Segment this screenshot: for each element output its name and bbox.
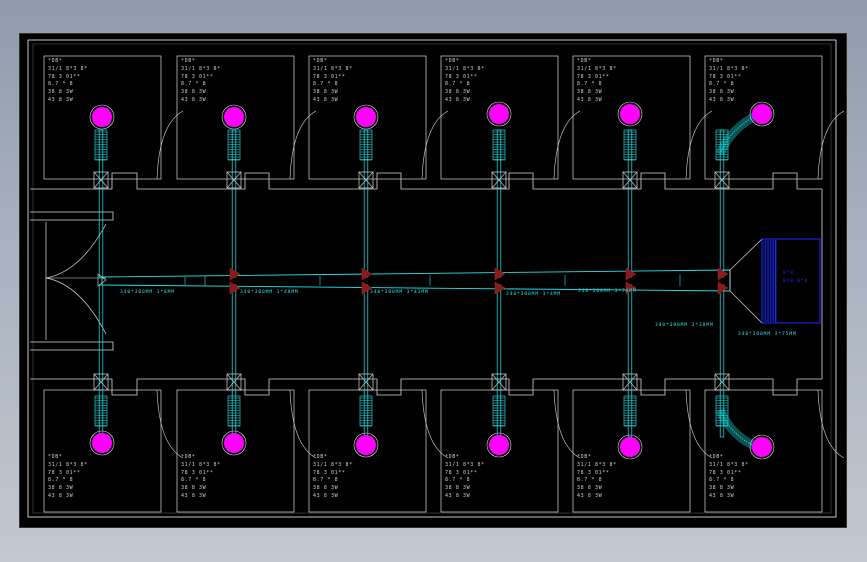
duct-size-label-5: 340*300MM 3*70MM xyxy=(578,289,637,294)
drawing-border xyxy=(27,39,837,518)
branch-tee-top-1 xyxy=(229,267,241,281)
branch-duct-bottom-5 xyxy=(627,284,633,438)
supply-diffuser-9 xyxy=(356,435,376,455)
branch-duct-bottom-4 xyxy=(496,284,502,438)
room-spec-label-3: *DB* 31/1 8*3 8* 78 3 01** 8.7 * 8 38 8 … xyxy=(313,58,353,103)
duct-size-label-3: 340*300MM 3*43MM xyxy=(370,290,429,295)
branch-duct-bottom-1 xyxy=(98,284,104,438)
duct-size-label-7: 340*300MM 3*75MM xyxy=(738,332,797,337)
air-handling-unit-label: 8*8 878 8*8 xyxy=(783,271,808,284)
branch-duct-bottom-3 xyxy=(363,284,369,438)
entrance-door-swing-bottom xyxy=(45,277,107,335)
room-spec-label-11: *DB* 31/1 8*3 8* 78 3 01** 8.7 * 8 38 8 … xyxy=(577,454,617,499)
room-spec-label-8: *DB* 31/1 8*3 8* 78 3 01** 8.7 * 8 38 8 … xyxy=(181,454,221,499)
room-spec-label-5: *DB* 31/1 8*3 8* 78 3 01** 8.7 * 8 38 8 … xyxy=(577,58,617,103)
supply-diffuser-2 xyxy=(224,107,244,127)
supply-diffuser-6 xyxy=(752,104,772,124)
branch-tee-bottom-5 xyxy=(717,281,729,295)
branch-tee-top-2 xyxy=(361,267,373,281)
supply-diffuser-7 xyxy=(92,433,112,453)
supply-diffuser-1 xyxy=(92,107,112,127)
branch-tee-bottom-3 xyxy=(494,281,506,295)
room-spec-label-12: *DB* 31/1 8*3 8* 78 3 01** 8.7 * 8 38 8 … xyxy=(709,454,749,499)
room-spec-label-1: *DB* 31/1 8*3 8* 78 3 01** 8.7 * 8 38 8 … xyxy=(48,58,88,103)
branch-tee-bottom-1 xyxy=(229,281,241,295)
room-spec-label-9: *DB* 31/1 8*3 8* 78 3 01** 8.7 * 8 38 8 … xyxy=(313,454,353,499)
room-spec-label-4: *DB* 31/1 8*3 8* 78 3 01** 8.7 * 8 38 8 … xyxy=(445,58,485,103)
cad-drawing-viewport[interactable]: *DB* 31/1 8*3 8* 78 3 01** 8.7 * 8 38 8 … xyxy=(20,34,846,527)
room-spec-label-10: *DB* 31/1 8*3 8* 78 3 01** 8.7 * 8 38 8 … xyxy=(445,454,485,499)
branch-duct-bottom-2 xyxy=(231,284,237,438)
entrance-door-swing-top xyxy=(45,223,107,279)
supply-diffuser-12 xyxy=(752,437,772,457)
room-spec-label-7: *DB* 31/1 8*3 8* 78 3 01** 8.7 * 8 38 8 … xyxy=(48,454,88,499)
entrance-frame-bottom xyxy=(30,341,114,351)
supply-diffuser-8 xyxy=(224,433,244,453)
branch-tee-top-4 xyxy=(625,267,637,281)
supply-diffuser-3 xyxy=(356,107,376,127)
duct-size-label-4: 340*300MM 3*4MM xyxy=(506,292,561,297)
entrance-frame-top xyxy=(30,211,114,221)
duct-size-label-6: 340*300MM 3*38MM xyxy=(655,323,714,328)
duct-size-label-2: 340*300MM 3*48MM xyxy=(240,290,299,295)
supply-diffuser-10 xyxy=(489,435,509,455)
supply-diffuser-4 xyxy=(489,104,509,124)
drawing-inner-border xyxy=(32,43,832,514)
unit-transition-fitting xyxy=(729,238,763,324)
supply-diffuser-11 xyxy=(620,437,640,457)
duct-size-label-1: 340*300MM 3*8MM xyxy=(120,290,175,295)
room-spec-label-6: *DB* 31/1 8*3 8* 78 3 01** 8.7 * 8 38 8 … xyxy=(709,58,749,103)
supply-diffuser-5 xyxy=(620,104,640,124)
room-spec-label-2: *DB* 31/1 8*3 8* 78 3 01** 8.7 * 8 38 8 … xyxy=(181,58,221,103)
branch-tee-top-3 xyxy=(494,267,506,281)
